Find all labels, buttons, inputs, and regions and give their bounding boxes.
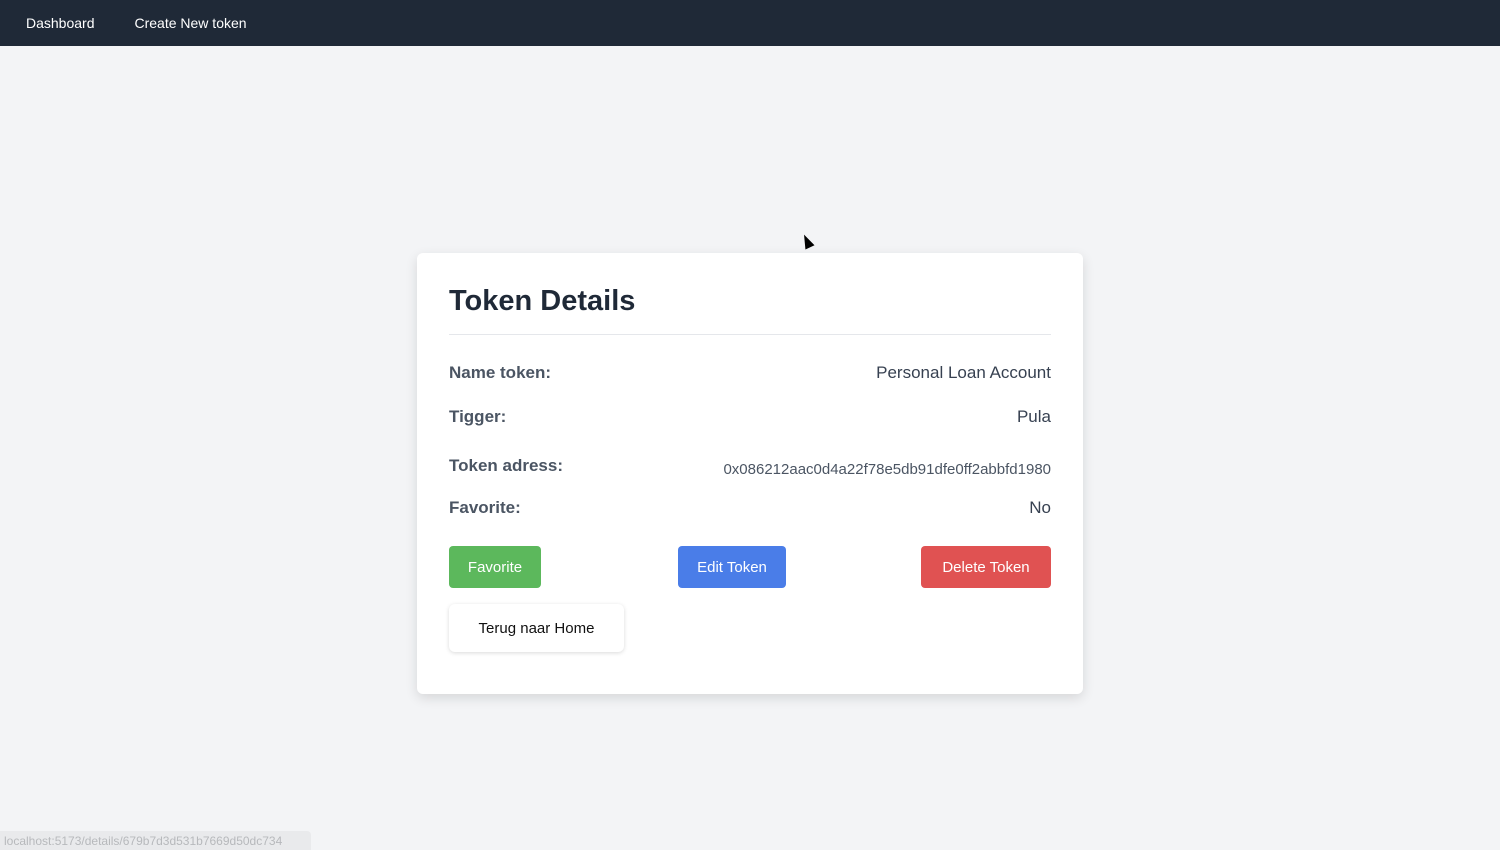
edit-token-button[interactable]: Edit Token [678, 546, 786, 588]
top-nav: Dashboard Create New token [0, 0, 1500, 46]
favorite-button[interactable]: Favorite [449, 546, 541, 588]
field-name: Name token: Personal Loan Account [449, 363, 1051, 383]
field-label: Tigger: [449, 407, 507, 426]
field-value: Pula [1016, 407, 1051, 426]
nav-create-token[interactable]: Create New token [135, 15, 247, 31]
field-label: Name token: [449, 363, 552, 382]
field-address: Token adress: 0x086212aac0d4a22f78e5db91… [449, 453, 1051, 479]
field-favorite: Favorite: No [449, 498, 1051, 518]
token-details-card: Token Details Name token: Personal Loan … [417, 253, 1083, 694]
field-value: 0x086212aac0d4a22f78e5db91dfe0ff2abbfd19… [723, 461, 1051, 478]
field-label: Favorite: [449, 498, 521, 517]
field-value: No [1029, 498, 1051, 517]
nav-dashboard[interactable]: Dashboard [26, 15, 95, 31]
mouse-cursor-icon [799, 232, 815, 250]
field-ticker: Tigger: Pula [449, 407, 1051, 427]
field-label: Token adress: [449, 455, 564, 475]
back-home-button[interactable]: Terug naar Home [449, 604, 624, 652]
page-title: Token Details [449, 285, 1051, 335]
field-value: Personal Loan Account [876, 363, 1051, 382]
delete-token-button[interactable]: Delete Token [921, 546, 1051, 588]
status-bar-url: localhost:5173/details/679b7d3d531b7669d… [0, 831, 311, 850]
action-buttons: Favorite Edit Token Delete Token [449, 546, 1051, 588]
